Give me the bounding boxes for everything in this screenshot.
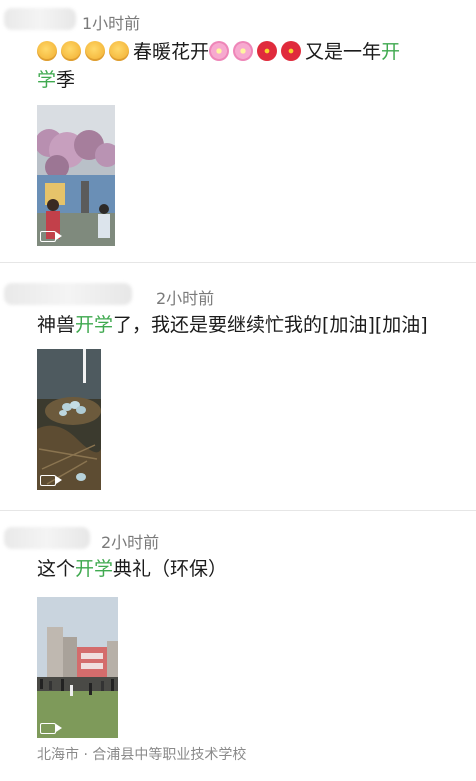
post-text: 神兽开学了，我还是要继续忙我的[加油][加油]: [37, 311, 428, 339]
highlight-link[interactable]: 学: [37, 69, 56, 91]
video-thumbnail[interactable]: [37, 597, 118, 738]
blurred-username[interactable]: [4, 283, 132, 305]
post-text: 春暖花开 又是一年开 学季: [37, 38, 400, 94]
shushing-face-icon: [109, 41, 129, 61]
post-text-part: 这个: [37, 558, 76, 580]
hibiscus-icon: [257, 41, 278, 61]
highlight-link[interactable]: 开学: [75, 314, 113, 336]
bird-nest-photo: [37, 349, 101, 490]
post-text-part: 又是一年: [305, 41, 382, 63]
moment-post-2: 2小时前 神兽开学了，我还是要继续忙我的[加油][加油]: [0, 263, 476, 511]
video-icon: [40, 475, 62, 486]
post-text-part: 神兽: [37, 314, 76, 336]
video-thumbnail[interactable]: [37, 349, 101, 490]
post-time: 1小时前: [82, 14, 141, 33]
magnolia-photo: [37, 105, 115, 246]
moment-post-1: 1小时前 春暖花开 又是一年开 学季: [0, 0, 476, 263]
video-icon: [40, 723, 62, 734]
highlight-link[interactable]: 开: [381, 41, 400, 63]
blurred-username[interactable]: [4, 527, 90, 549]
video-thumbnail[interactable]: [37, 105, 115, 246]
post-time: 2小时前: [156, 289, 215, 308]
hibiscus-icon: [281, 41, 302, 61]
school-ceremony-photo: [37, 597, 118, 738]
cherry-blossom-icon: [233, 41, 254, 61]
post-text-part: 春暖花开: [133, 41, 210, 63]
location-link[interactable]: 北海市 · 合浦县中等职业技术学校: [37, 744, 246, 764]
post-time: 2小时前: [101, 533, 160, 552]
blurred-username[interactable]: [4, 8, 76, 30]
cherry-blossom-icon: [209, 41, 230, 61]
shushing-face-icon: [37, 41, 57, 61]
highlight-link[interactable]: 开学: [75, 558, 113, 580]
shushing-face-icon: [61, 41, 81, 61]
post-text: 这个开学典礼（环保）: [37, 555, 227, 583]
shushing-face-icon: [85, 41, 105, 61]
post-text-part: 季: [56, 69, 76, 91]
post-text-part: 典礼（环保）: [113, 558, 228, 580]
post-text-part: 了，我还是要继续忙我的[加油][加油]: [113, 314, 428, 336]
video-icon: [40, 231, 62, 242]
moment-post-3: 2小时前 这个开学典礼（环保） 北海市 · 合浦县中等职业技术学校: [0, 511, 476, 781]
